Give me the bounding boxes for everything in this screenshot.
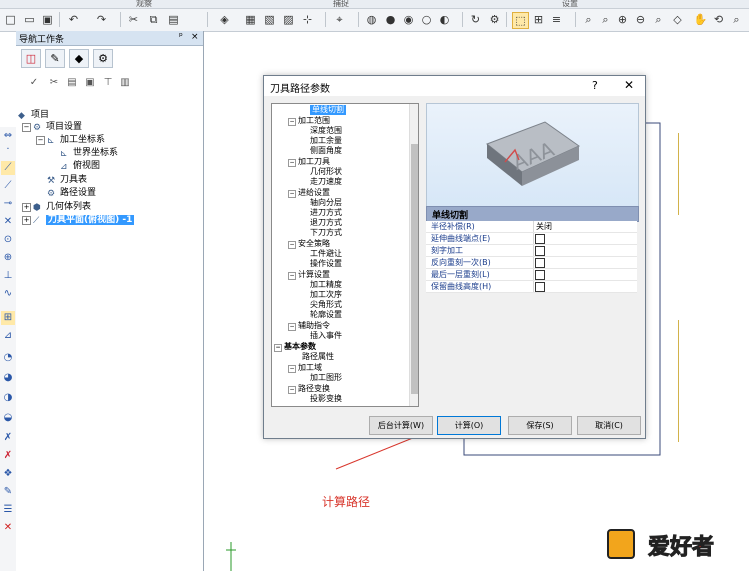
param-tree-item[interactable]: − 加工域	[288, 363, 322, 373]
param-tree-item[interactable]: − 安全策略	[288, 239, 330, 249]
param-tree-item[interactable]: − 基本参数	[274, 342, 316, 352]
property-header: 单线切割	[426, 206, 639, 222]
param-tree-item[interactable]: − 进给设置	[288, 188, 330, 198]
dialog-body: 单线切割 − 加工范围 深度范围 加工余量 侧面角度 − 加工刀具 几何形状 走刀速…	[264, 96, 645, 438]
param-tree-item[interactable]: 几何形状	[310, 167, 342, 177]
dialog-title: 刀具路径参数	[270, 84, 330, 95]
param-tree-item[interactable]: 单线切割	[310, 105, 346, 115]
property-checkbox[interactable]	[535, 234, 545, 244]
param-tree-item[interactable]: 加工图形	[310, 373, 342, 383]
param-tree: 单线切割 − 加工范围 深度范围 加工余量 侧面角度 − 加工刀具 几何形状 走刀速…	[271, 103, 419, 407]
property-label: 延伸曲线端点(E)	[431, 234, 491, 243]
property-checkbox[interactable]	[535, 258, 545, 268]
property-label: 最后一层重刻(L)	[431, 270, 490, 279]
property-row[interactable]: 延伸曲线端点(E)	[426, 233, 637, 245]
collapse-icon[interactable]: −	[288, 272, 296, 280]
watermark-logo: 爱好者	[604, 524, 734, 564]
property-row[interactable]: 反向重刻一次(B)	[426, 257, 637, 269]
param-tree-item[interactable]: 侧面角度	[310, 146, 342, 156]
logo-text: 爱好者	[648, 534, 714, 560]
property-row[interactable]: 保留曲线高度(H)	[426, 281, 637, 293]
tool-path-params-dialog: 刀具路径参数 ? ✕ 单线切割 − 加工范围 深度范围 加工余量 侧面角度 − 加工…	[263, 75, 646, 439]
property-row[interactable]: 刻字加工	[426, 245, 637, 257]
property-label: 半径补偿(R)	[431, 222, 475, 231]
collapse-icon[interactable]: −	[288, 323, 296, 331]
save-button[interactable]: 保存(S)	[508, 416, 572, 435]
param-tree-item[interactable]: − 加工刀具	[288, 157, 330, 167]
property-grid: 半径补偿(R) 关闭 延伸曲线端点(E) 刻字加工 反向重刻一次(B) 最后一层…	[426, 221, 637, 293]
param-tree-item[interactable]: − 辅助指令	[288, 321, 330, 331]
collapse-icon[interactable]: −	[288, 118, 296, 126]
dialog-title-bar: 刀具路径参数 ? ✕	[264, 76, 645, 96]
param-tree-item[interactable]: − 路径变换	[288, 384, 330, 394]
param-tree-item[interactable]: 轮廓设置	[310, 310, 342, 320]
property-header-title: 单线切割	[432, 211, 469, 221]
param-tree-item[interactable]: 投影变换	[310, 394, 342, 404]
param-tree-item[interactable]: − 加工范围	[288, 116, 330, 126]
close-button[interactable]: ✕	[624, 78, 634, 92]
scrollbar-thumb[interactable]	[411, 144, 418, 394]
preview-image: AAA	[426, 103, 639, 208]
collapse-icon[interactable]: −	[288, 241, 296, 249]
param-tree-item[interactable]: 尖角形式	[310, 300, 342, 310]
logo-graphic: 爱好者	[607, 529, 715, 561]
collapse-icon[interactable]: −	[288, 386, 296, 394]
param-tree-item[interactable]: 进刀方式	[310, 208, 342, 218]
cancel-button[interactable]: 取消(C)	[577, 416, 641, 435]
calc-button[interactable]: 计算(O)	[437, 416, 501, 435]
property-row[interactable]: 最后一层重刻(L)	[426, 269, 637, 281]
param-tree-item[interactable]: 工件避让	[310, 249, 342, 259]
param-tree-item[interactable]: 轴向分层	[310, 198, 342, 208]
property-checkbox[interactable]	[535, 246, 545, 256]
param-tree-item[interactable]: − 计算设置	[288, 270, 330, 280]
tree-scrollbar[interactable]	[409, 104, 418, 406]
collapse-icon[interactable]: −	[288, 190, 296, 198]
param-tree-item[interactable]: 退刀方式	[310, 218, 342, 228]
engraved-block-illustration: AAA	[486, 121, 580, 186]
help-button[interactable]: ?	[592, 79, 598, 92]
property-label: 保留曲线高度(H)	[431, 282, 492, 291]
property-value[interactable]: 关闭	[536, 221, 552, 232]
param-tree-item[interactable]: 加工精度	[310, 280, 342, 290]
param-tree-item[interactable]: 插入事件	[310, 331, 342, 341]
param-tree-item[interactable]: 走刀速度	[310, 177, 342, 187]
annotation-text: 计算路径	[322, 495, 371, 509]
collapse-icon[interactable]: −	[274, 344, 282, 352]
param-tree-item[interactable]: 加工余量	[310, 136, 342, 146]
background-calc-button[interactable]: 后台计算(W)	[369, 416, 433, 435]
logo-mark	[607, 529, 635, 559]
param-tree-item[interactable]: 操作设置	[310, 259, 342, 269]
property-empty-area	[426, 293, 637, 405]
property-checkbox[interactable]	[535, 270, 545, 280]
param-tree-item[interactable]: 路径属性	[302, 352, 334, 362]
property-row[interactable]: 半径补偿(R) 关闭	[426, 221, 637, 233]
property-label: 刻字加工	[431, 246, 463, 255]
property-checkbox[interactable]	[535, 282, 545, 292]
collapse-icon[interactable]: −	[288, 159, 296, 167]
param-tree-item[interactable]: 下刀方式	[310, 228, 342, 238]
param-tree-item[interactable]: 深度范围	[310, 126, 342, 136]
param-tree-item[interactable]: 加工次序	[310, 290, 342, 300]
collapse-icon[interactable]: −	[288, 365, 296, 373]
property-label: 反向重刻一次(B)	[431, 258, 491, 267]
